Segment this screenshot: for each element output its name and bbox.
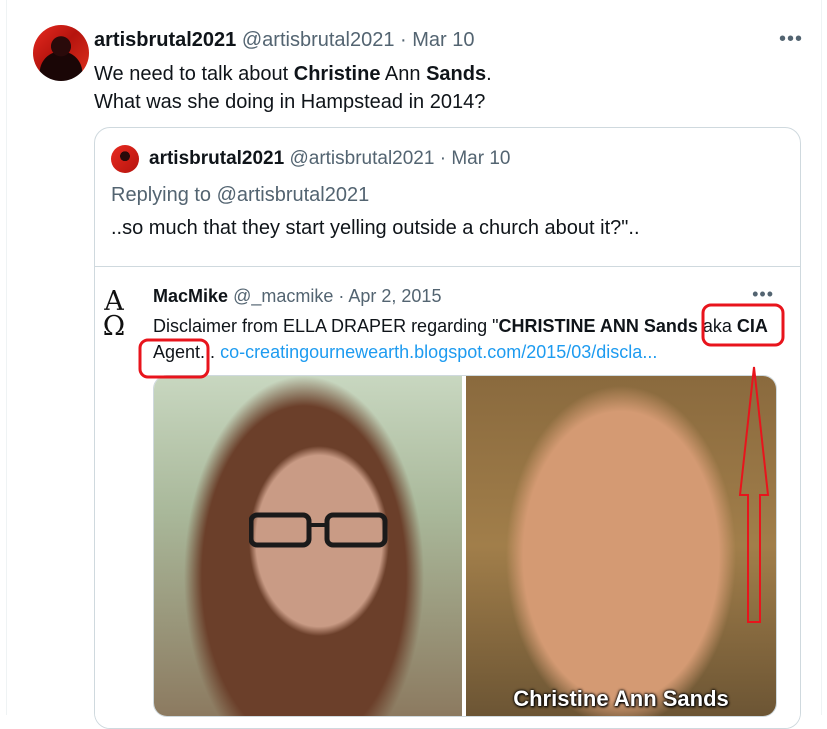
embedded-author-handle[interactable]: @_macmike [233,286,333,306]
embedded-more-icon[interactable]: ••• [752,284,774,305]
tweet-text: We need to talk about Christine Ann Sand… [94,60,492,116]
tweet-date[interactable]: Mar 10 [412,29,474,51]
glasses-shape [249,512,388,548]
quoted-tweet[interactable]: artisbrutal2021 @artisbrutal2021 · Mar 1… [94,127,801,729]
quote-author-handle[interactable]: @artisbrutal2021 [289,148,434,169]
avatar[interactable] [33,25,89,81]
tweet-line-1: We need to talk about Christine Ann Sand… [94,63,492,85]
separator: · [439,148,447,169]
more-options-icon[interactable]: ••• [779,28,803,51]
embedded-header: MacMike @_macmike · Apr 2, 2015 [153,286,441,307]
photo-left[interactable] [154,376,462,716]
tweet-header: artisbrutal2021 @artisbrutal2021 · Mar 1… [94,29,475,52]
quote-header: artisbrutal2021 @artisbrutal2021 · Mar 1… [149,148,510,170]
separator: · [400,29,407,51]
photo-caption: Christine Ann Sands [513,686,729,711]
embedded-author-name[interactable]: MacMike [153,286,228,306]
embedded-tweet[interactable]: A Ω MacMike @_macmike · Apr 2, 2015 ••• … [95,266,800,728]
quote-author-name[interactable]: artisbrutal2021 [149,148,284,169]
tweet-line-2: What was she doing in Hampstead in 2014? [94,91,486,113]
author-name[interactable]: artisbrutal2021 [94,29,236,51]
embedded-date[interactable]: Apr 2, 2015 [348,286,441,306]
quote-avatar[interactable] [111,145,139,173]
separator: · [338,286,345,306]
embedded-text: Disclaimer from ELLA DRAPER regarding "C… [153,316,768,362]
alpha-omega-logo[interactable]: A Ω [96,288,132,345]
media-image[interactable]: Christine Ann Sands [153,375,777,717]
quote-date[interactable]: Mar 10 [451,148,510,169]
photo-right[interactable]: Christine Ann Sands [466,376,776,716]
author-handle[interactable]: @artisbrutal2021 [242,29,395,51]
external-link[interactable]: co-creatingournewearth.blogspot.com/2015… [220,342,657,362]
quote-text: ..so much that they start yelling outsid… [111,217,640,239]
replying-to[interactable]: Replying to @artisbrutal2021 [111,184,369,207]
